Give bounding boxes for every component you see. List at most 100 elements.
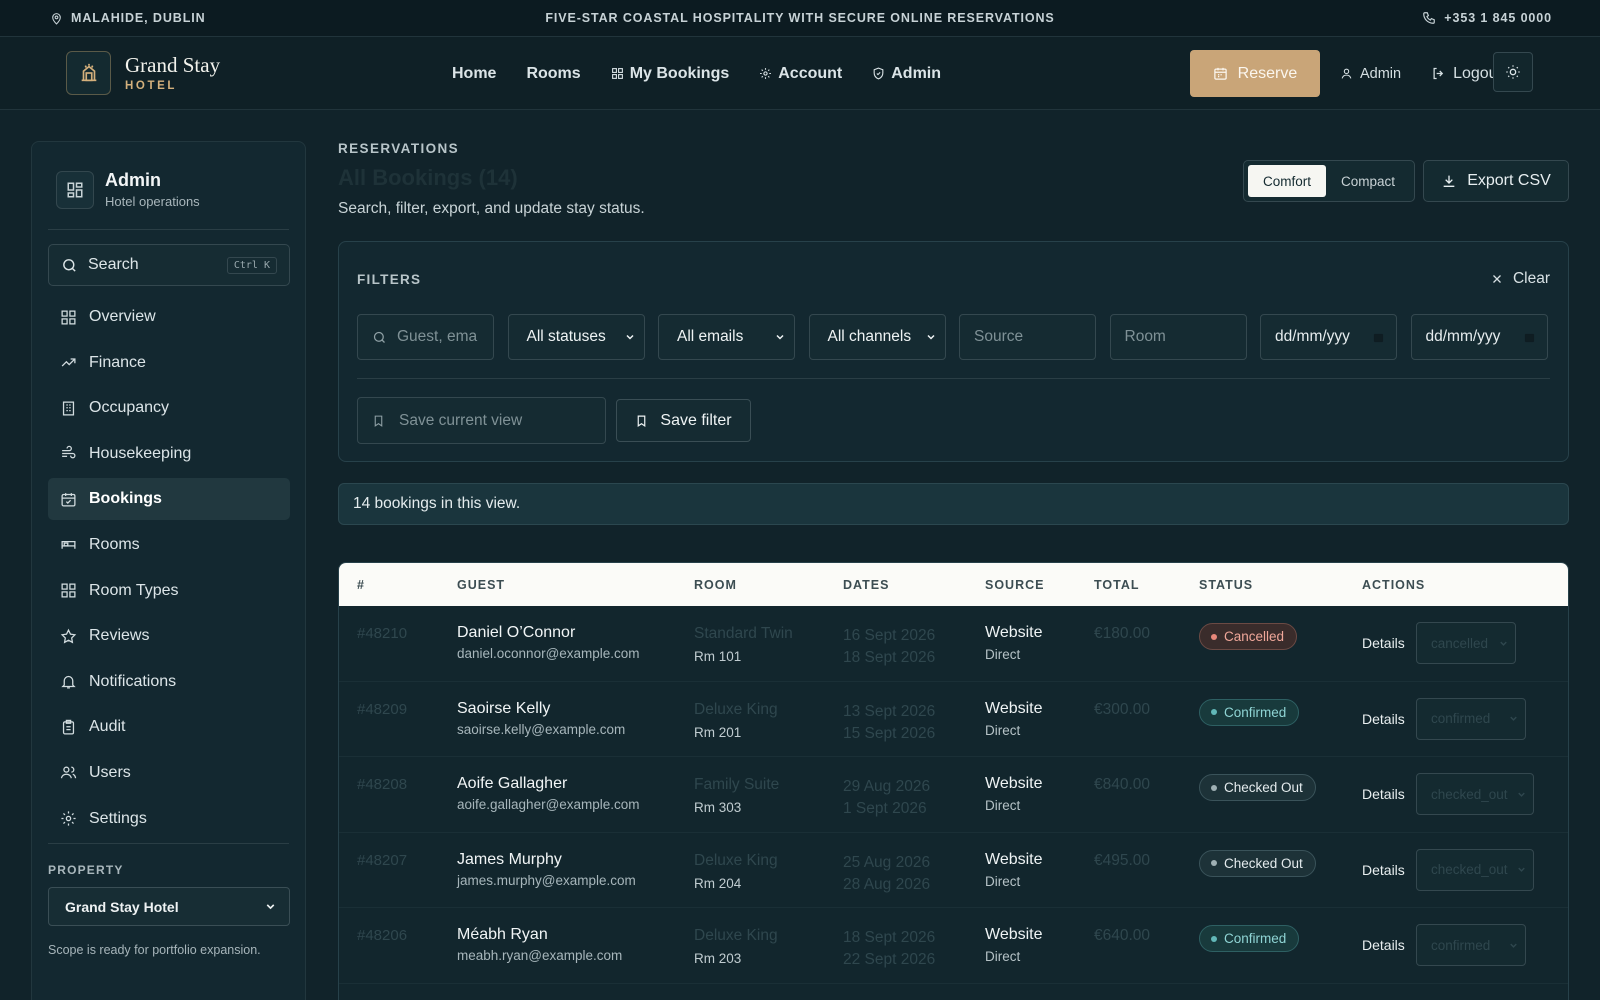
status-update-select[interactable]: checked_out <box>1416 773 1534 815</box>
status-select[interactable]: All statuses <box>507 314 645 360</box>
guest-email: meabh.ryan@example.com <box>457 948 623 963</box>
room-number: Rm 303 <box>694 800 742 815</box>
sun-icon <box>1506 65 1520 79</box>
clear-label: Clear <box>1512 270 1550 287</box>
sidebar-item-label: Occupancy <box>89 399 170 417</box>
email-select[interactable]: All emails <box>658 314 795 360</box>
source-input[interactable]: Source <box>959 314 1096 360</box>
header-room: ROOM <box>694 578 737 592</box>
save-filter-button[interactable]: Save filter <box>616 399 751 442</box>
source-cell: Website Direct <box>985 851 1043 889</box>
gear-icon <box>760 68 772 79</box>
location: MALAHIDE, DUBLIN <box>50 11 206 25</box>
sidebar-item-rooms[interactable]: Rooms <box>48 524 290 566</box>
sidebar-item-housekeeping[interactable]: Housekeeping <box>48 433 290 475</box>
check-out-date: 1 Sept 2026 <box>843 800 927 817</box>
sidebar-search[interactable]: Search Ctrl K <box>48 244 290 286</box>
status-select-value: confirmed <box>1431 937 1491 953</box>
download-icon <box>1443 175 1455 187</box>
sidebar-item-users[interactable]: Users <box>48 752 290 794</box>
sidebar-item-finance[interactable]: Finance <box>48 342 290 384</box>
bell-icon <box>61 676 76 689</box>
users-icon <box>60 766 77 779</box>
room-type: Standard Twin <box>694 625 793 642</box>
sidebar-item-label: Housekeeping <box>89 444 192 462</box>
property-select[interactable]: Grand Stay Hotel <box>48 887 290 926</box>
user-menu[interactable]: Admin <box>1340 66 1401 82</box>
status-update-select[interactable]: cancelled <box>1416 622 1516 664</box>
nav-rooms[interactable]: Rooms <box>526 65 580 83</box>
chevron-down-icon <box>625 334 634 340</box>
brand[interactable]: Grand Stay HOTEL <box>66 51 220 95</box>
sidebar-item-occupancy[interactable]: Occupancy <box>48 387 290 429</box>
sidebar-item-overview[interactable]: Overview <box>48 296 290 338</box>
phone[interactable]: +353 1 845 0000 <box>1422 11 1552 25</box>
sidebar-item-label: Notifications <box>89 672 177 690</box>
details-link[interactable]: Details <box>1362 786 1405 802</box>
booking-id: #48208 <box>357 776 408 793</box>
calendar-check-icon <box>61 493 76 507</box>
details-link[interactable]: Details <box>1362 862 1405 878</box>
check-in-date: 25 Aug 2026 <box>843 853 931 871</box>
nav-my-bookings[interactable]: My Bookings <box>611 65 729 83</box>
sidebar-item-notifications[interactable]: Notifications <box>48 661 290 703</box>
table-row: #48209 Saoirse Kelly saoirse.kelly@example… <box>339 682 1568 757</box>
header-dates: DATES <box>843 578 890 592</box>
header-guest: GUEST <box>457 578 506 592</box>
sidebar-item-settings[interactable]: Settings <box>48 798 290 840</box>
sidebar-item-audit[interactable]: Audit <box>48 706 290 748</box>
details-link[interactable]: Details <box>1362 937 1405 953</box>
booking-channel: Direct <box>985 722 1021 738</box>
booking-source: Website <box>985 624 1043 641</box>
nav-home[interactable]: Home <box>452 65 496 83</box>
table-row: #48210 Daniel O’Connor daniel.oconnor@exam… <box>339 606 1568 682</box>
status-select-value: confirmed <box>1431 711 1491 726</box>
logout-button[interactable]: Logout <box>1431 65 1502 83</box>
status-cell: Checked Out <box>1199 774 1316 801</box>
phone-icon <box>1423 12 1436 24</box>
status-select-value: cancelled <box>1431 635 1489 651</box>
status-update-select[interactable]: confirmed <box>1416 697 1526 740</box>
density-comfort-button[interactable]: Comfort <box>1248 165 1326 197</box>
date-from-input[interactable]: dd/mm/yyy <box>1260 314 1397 360</box>
room-type: Family Suite <box>694 776 780 793</box>
room-input[interactable]: Room <box>1109 314 1247 360</box>
reserve-button[interactable]: Reserve <box>1189 50 1320 97</box>
check-in-date: 13 Sept 2026 <box>843 702 936 720</box>
dashboard-icon <box>56 170 94 209</box>
clear-filters-button[interactable]: Clear <box>1491 270 1550 288</box>
header-actions: Reserve Admin Logout <box>1189 50 1502 97</box>
status-badge: Confirmed <box>1199 925 1300 952</box>
nav-account[interactable]: Account <box>759 65 842 83</box>
status-dot <box>1211 709 1217 715</box>
gear-icon <box>61 811 76 826</box>
chevron-down-icon <box>776 334 784 340</box>
booking-total: €300.00 <box>1094 700 1151 718</box>
status-update-select[interactable]: checked_out <box>1416 848 1534 891</box>
phone-text: +353 1 845 0000 <box>1444 11 1552 25</box>
brand-name: Grand Stay <box>125 53 221 77</box>
save-view-input[interactable]: Save current view <box>357 397 606 444</box>
status-dot <box>1211 860 1217 866</box>
details-link[interactable]: Details <box>1362 711 1405 727</box>
search-shortcut: Ctrl K <box>226 256 277 274</box>
sidebar-item-room-types[interactable]: Room Types <box>48 570 290 612</box>
export-csv-button[interactable]: Export CSV <box>1423 160 1569 202</box>
nav-admin[interactable]: Admin <box>872 65 941 83</box>
channel-select[interactable]: All channels <box>808 314 946 360</box>
shield-icon <box>873 67 884 80</box>
sidebar-item-reviews[interactable]: Reviews <box>48 615 290 657</box>
sidebar-item-bookings[interactable]: Bookings <box>48 478 290 521</box>
sidebar-subtitle: Hotel operations <box>105 194 200 209</box>
date-to-input[interactable]: dd/mm/yyy <box>1410 314 1548 360</box>
density-compact-button[interactable]: Compact <box>1326 165 1410 197</box>
check-in-date: 29 Aug 2026 <box>843 778 931 795</box>
theme-toggle-button[interactable] <box>1493 52 1533 92</box>
guest-search-input[interactable]: Guest, ema <box>357 314 494 360</box>
details-link[interactable]: Details <box>1362 635 1405 651</box>
saved-view-row: Save current view Save filter <box>357 397 751 444</box>
guest-name: James Murphy <box>457 850 562 868</box>
status-update-select[interactable]: confirmed <box>1416 924 1526 966</box>
status-label: Checked Out <box>1224 780 1303 795</box>
header-actions: ACTIONS <box>1362 578 1426 592</box>
